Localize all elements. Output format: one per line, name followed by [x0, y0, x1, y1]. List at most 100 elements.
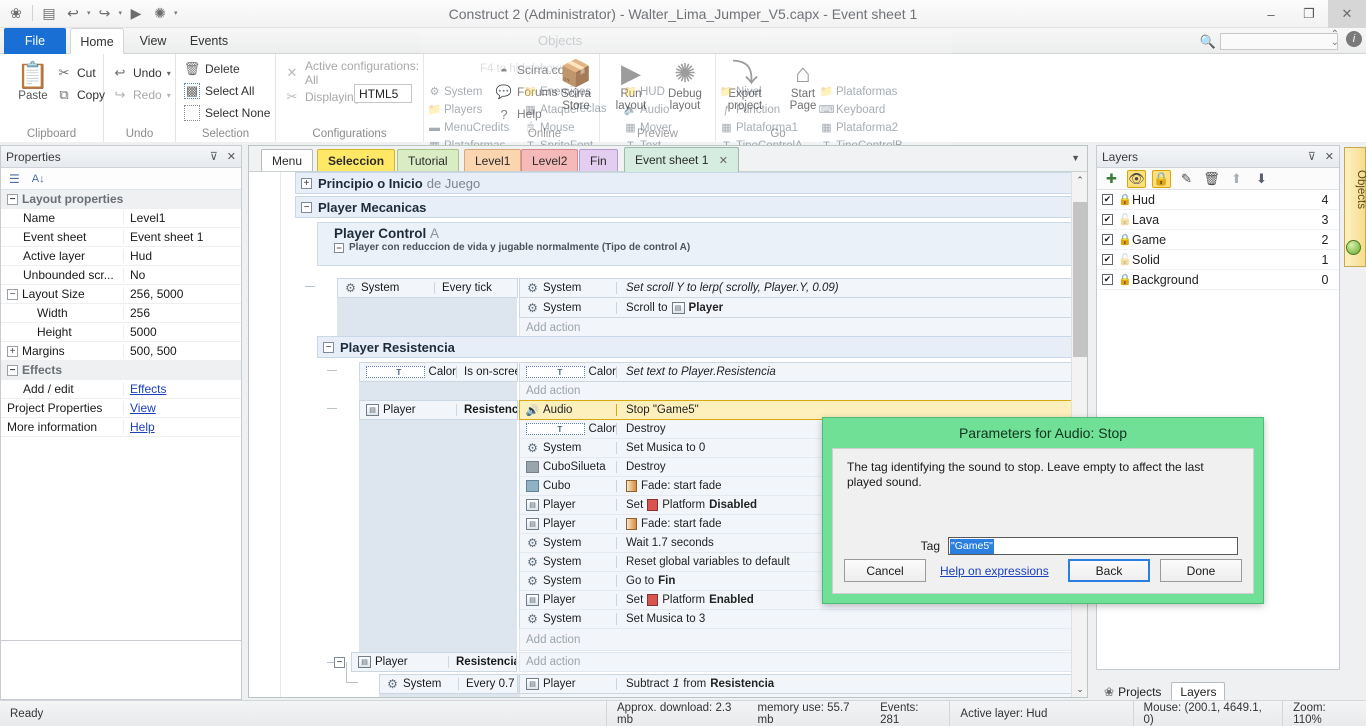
unlock-icon[interactable]: 🔓: [1118, 213, 1132, 226]
event-9-add-action[interactable]: Add action: [519, 318, 1087, 338]
lock-icon[interactable]: 🔒: [1118, 273, 1132, 286]
event-condition-object[interactable]: ▤ Player: [352, 656, 448, 668]
expander-icon[interactable]: −: [334, 657, 345, 668]
property-row-unbounded-scrolling[interactable]: Unbounded scr... No: [1, 266, 241, 285]
scroll-down-icon[interactable]: ⌄: [1072, 681, 1088, 697]
event-condition-text[interactable]: Resistencia ≤ 0: [456, 404, 517, 416]
ribbon-tab-view[interactable]: View: [128, 28, 178, 54]
property-value-width[interactable]: 256: [123, 306, 241, 320]
cut-button[interactable]: ✂ Cut: [56, 62, 96, 84]
run-layout-button[interactable]: ▶ Run layout: [604, 58, 658, 112]
add-layer-icon[interactable]: ✚: [1102, 170, 1121, 188]
debug-layout-button[interactable]: ✺ Debug layout: [658, 58, 712, 112]
lock-icon[interactable]: 🔒: [1118, 233, 1132, 246]
event-action-object[interactable]: ⚙ System: [520, 302, 616, 314]
layer-visible-checkbox[interactable]: ✔: [1102, 214, 1113, 225]
event-action-text[interactable]: Scroll to ▤ Player: [616, 301, 1087, 314]
event-condition-text[interactable]: Every 0.7 seconds: [458, 678, 517, 690]
ribbon-tab-events[interactable]: Events: [180, 28, 238, 54]
tab-level2[interactable]: Level2: [521, 149, 579, 171]
event-11-action-1[interactable]: T Calor Set text to Player.Resistencia: [519, 362, 1087, 382]
tag-input-value[interactable]: "Game5": [950, 538, 994, 554]
tab-level1[interactable]: Level1: [464, 149, 522, 171]
add-action-label[interactable]: Add action: [520, 322, 1087, 334]
event-condition-object[interactable]: ▤ Player: [360, 404, 456, 416]
property-row-event-sheet[interactable]: Event sheet Event sheet 1: [1, 228, 241, 247]
help-button[interactable]: ? Help: [496, 103, 541, 125]
ribbon-tab-file[interactable]: File: [4, 28, 66, 54]
tab-tutorial[interactable]: Tutorial: [397, 149, 459, 171]
paste-button[interactable]: 📋 Paste: [6, 60, 60, 102]
property-value-unbounded-scrolling[interactable]: No: [123, 268, 241, 282]
tab-seleccion[interactable]: Seleccion: [317, 149, 396, 171]
property-value-margins[interactable]: 500, 500: [123, 344, 241, 358]
help-on-expressions-link[interactable]: Help on expressions: [940, 564, 1049, 578]
layer-row-game[interactable]: ✔ 🔒 Game 2: [1097, 230, 1339, 250]
event-condition-object[interactable]: ⚙ System: [380, 678, 458, 690]
property-value-layout-size[interactable]: 256, 5000: [123, 287, 241, 301]
property-row-height[interactable]: Height 5000: [1, 323, 241, 342]
toggle-lock-icon[interactable]: 🔒: [1152, 169, 1171, 188]
scrollbar-thumb[interactable]: [1073, 202, 1087, 357]
layer-row-lava[interactable]: ✔ 🔓 Lava 3: [1097, 210, 1339, 230]
event-action-text[interactable]: Stop "Game5": [616, 404, 1087, 416]
event-action-object[interactable]: ▤ Player: [520, 518, 616, 530]
event-action-object[interactable]: ⚙ System: [520, 613, 616, 625]
expander-icon[interactable]: −: [301, 201, 312, 213]
event-action-object[interactable]: ▤ Player: [520, 499, 616, 511]
done-button[interactable]: Done: [1160, 559, 1242, 582]
project-properties-view-link[interactable]: View: [130, 401, 156, 415]
property-row-layout-size[interactable]: − Layout Size 256, 5000: [1, 285, 241, 304]
property-row-active-layer[interactable]: Active layer Hud: [1, 247, 241, 266]
event-11-condition[interactable]: TCalor Is on-screen: [359, 362, 518, 382]
event-block-player-control-a[interactable]: Player Control A − Player con reduccion …: [317, 222, 1087, 266]
expander-icon[interactable]: +: [7, 346, 18, 358]
expander-icon[interactable]: −: [7, 194, 18, 206]
expander-icon[interactable]: −: [323, 341, 334, 353]
event-14-add-action[interactable]: Add action: [519, 694, 1087, 697]
close-button[interactable]: ✕: [1328, 0, 1366, 28]
unlock-icon[interactable]: 🔓: [1118, 253, 1132, 266]
event-action-object[interactable]: ▤ Player: [520, 594, 616, 606]
event-condition-object[interactable]: T Calor: [360, 366, 456, 378]
event-action-object[interactable]: T Calor: [520, 423, 616, 435]
forums-button[interactable]: 💬 Forums: [496, 81, 558, 103]
export-project-button[interactable]: ⤵ Export project: [718, 58, 772, 112]
event-action-text[interactable]: Set scroll Y to lerp( scrolly, Player.Y,…: [616, 282, 1087, 294]
scroll-up-icon[interactable]: ⌃: [1072, 172, 1088, 188]
event-action-object[interactable]: ⚙ System: [520, 556, 616, 568]
event-condition-text[interactable]: Is on-screen: [456, 366, 517, 378]
close-icon[interactable]: ✕: [1325, 150, 1334, 163]
event-action-object[interactable]: ⚙ System: [520, 537, 616, 549]
select-all-button[interactable]: ▩ Select All: [184, 80, 254, 102]
scirra-store-button[interactable]: 📦 Scirra Store: [552, 58, 600, 112]
event-action-object[interactable]: CuboSilueta: [520, 461, 616, 473]
add-action-label[interactable]: Add action: [520, 634, 1087, 646]
copy-button[interactable]: ⧉ Copy: [56, 84, 105, 106]
lock-icon[interactable]: 🔒: [1118, 193, 1132, 206]
property-value-active-layer[interactable]: Hud: [123, 249, 241, 263]
event-9-condition[interactable]: ⚙ System Every tick: [337, 278, 518, 298]
layer-row-hud[interactable]: ✔ 🔒 Hud 4: [1097, 190, 1339, 210]
event-action-object[interactable]: ▤ Player: [520, 678, 616, 690]
expander-icon[interactable]: −: [334, 242, 344, 253]
expander-icon[interactable]: −: [7, 289, 18, 301]
maximize-button[interactable]: ❐: [1290, 0, 1328, 28]
help-search-input[interactable]: [1220, 33, 1338, 50]
toggle-visibility-icon[interactable]: 👁: [1127, 169, 1146, 188]
undo-button[interactable]: ↩ Undo ▾: [112, 62, 171, 84]
expander-icon[interactable]: −: [7, 365, 18, 377]
add-action-label[interactable]: Add action: [520, 385, 1087, 397]
event-action-object[interactable]: ⚙ System: [520, 282, 616, 294]
event-12-action-12[interactable]: ⚙ System Set Musica to 3: [519, 610, 1087, 629]
tab-close-icon[interactable]: ✕: [719, 155, 728, 167]
event-12-condition[interactable]: ▤Player Resistencia ≤ 0: [359, 400, 518, 420]
event-action-object[interactable]: Cubo: [520, 480, 616, 492]
ribbon-tab-home[interactable]: Home: [70, 28, 124, 54]
property-value-height[interactable]: 5000: [123, 325, 241, 339]
pin-icon[interactable]: ⊽: [210, 150, 218, 163]
select-none-button[interactable]: Select None: [184, 102, 270, 124]
event-action-object[interactable]: 🔊 Audio: [520, 404, 616, 416]
event-action-object[interactable]: ⚙ System: [520, 442, 616, 454]
event-group-player-mecanicas[interactable]: − Player Mecanicas: [295, 196, 1087, 218]
